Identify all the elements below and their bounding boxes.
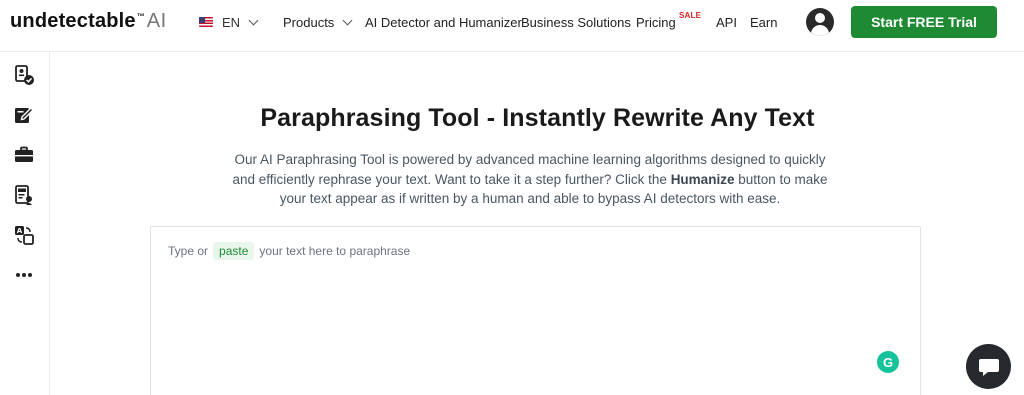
briefcase-icon[interactable]: [13, 144, 35, 166]
nav-products[interactable]: Products: [283, 13, 353, 31]
logo-ai: AI: [146, 10, 167, 32]
ai-detector-icon[interactable]: [13, 64, 35, 86]
paste-button[interactable]: paste: [213, 242, 255, 260]
svg-text:A: A: [17, 227, 23, 235]
language-selector[interactable]: EN: [199, 12, 259, 32]
top-header: undetectable ™ AI EN Products AI Detecto…: [0, 0, 1024, 52]
chevron-down-icon: [248, 15, 259, 25]
nav-products-label: Products: [283, 14, 335, 30]
editor-placeholder: Type or paste your text here to paraphra…: [168, 242, 410, 260]
sale-badge: SALE: [679, 11, 702, 20]
language-label: EN: [222, 14, 241, 30]
us-flag-icon: [199, 17, 213, 27]
start-free-trial-button[interactable]: Start FREE Trial: [851, 6, 997, 38]
paraphrase-text-area[interactable]: Type or paste your text here to paraphra…: [150, 226, 921, 395]
nav-ai-detector[interactable]: AI Detector and Humanizer: [365, 13, 522, 31]
chevron-down-icon: [342, 15, 353, 25]
nav-api[interactable]: API: [716, 13, 737, 31]
page-title: Paraphrasing Tool - Instantly Rewrite An…: [260, 104, 815, 132]
tool-sidebar: A: [0, 52, 50, 395]
placeholder-after: your text here to paraphrase: [259, 244, 411, 258]
logo-word: undetectable: [10, 10, 136, 32]
placeholder-before: Type or: [168, 244, 209, 258]
account-avatar-icon[interactable]: [806, 8, 834, 36]
more-dots-icon[interactable]: [13, 264, 35, 286]
pen-edit-icon[interactable]: [13, 104, 35, 126]
grammarly-icon[interactable]: G: [877, 351, 899, 373]
logo[interactable]: undetectable ™ AI: [10, 10, 167, 34]
page-description: Our AI Paraphrasing Tool is powered by a…: [230, 150, 830, 209]
logo-trademark: ™: [136, 12, 145, 21]
chat-bubble-icon[interactable]: [966, 344, 1011, 389]
seo-document-icon[interactable]: [13, 184, 35, 206]
nav-pricing[interactable]: Pricing: [636, 13, 676, 31]
translate-icon[interactable]: A: [13, 224, 35, 246]
humanize-emphasis: Humanize: [670, 171, 735, 187]
nav-business-solutions[interactable]: Business Solutions: [521, 13, 631, 31]
nav-earn[interactable]: Earn: [750, 13, 777, 31]
